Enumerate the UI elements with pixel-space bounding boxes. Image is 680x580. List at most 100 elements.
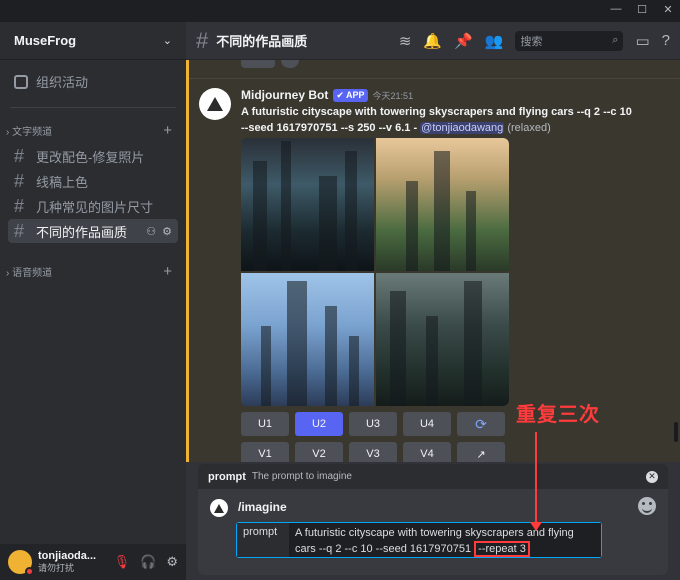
message-header: Midjourney Bot ✔ APP 今天21:51 xyxy=(241,88,413,102)
hashtag-icon: # xyxy=(14,145,25,166)
u1-button[interactable]: U1 xyxy=(241,412,289,436)
u4-button[interactable]: U4 xyxy=(403,412,451,436)
sidebar-item-channel-1[interactable]: # 更改配色-修复照片 xyxy=(8,144,178,168)
message-list: Midjourney Bot ✔ APP 今天21:51 A futuristi… xyxy=(186,60,680,462)
channel-label: 更改配色-修复照片 xyxy=(36,149,145,165)
members-icon[interactable]: 👥 xyxy=(485,32,504,50)
generated-image-2[interactable] xyxy=(376,138,509,271)
v1-button[interactable]: V1 xyxy=(241,442,289,462)
add-channel-icon[interactable]: + xyxy=(163,263,172,280)
hashtag-icon: # xyxy=(14,195,25,216)
channel-label: 几种常见的图片尺寸 xyxy=(36,199,154,215)
calendar-icon xyxy=(14,74,28,89)
avatar[interactable] xyxy=(8,550,34,576)
v2-button[interactable]: V2 xyxy=(295,442,343,462)
image-grid[interactable] xyxy=(241,138,509,406)
generated-image-1[interactable] xyxy=(241,138,374,271)
category-text-label: 文字频道 xyxy=(12,127,53,138)
divider xyxy=(10,107,176,108)
server-header[interactable]: MuseFrog ⌄ xyxy=(0,22,186,60)
window-controls: — ☐ ✕ xyxy=(610,3,674,16)
external-link-icon[interactable]: ↗ xyxy=(457,442,505,462)
option-description: The prompt to imagine xyxy=(251,471,352,482)
previous-message-buttons xyxy=(241,60,299,68)
search-input[interactable]: 搜索 ⌕ xyxy=(515,30,624,51)
channel-label: 不同的作品画质 xyxy=(36,224,128,240)
gear-icon[interactable]: ⚙ xyxy=(166,554,178,570)
dnd-status-icon xyxy=(25,567,34,576)
close-icon[interactable]: ✕ xyxy=(646,470,658,483)
mic-muted-icon[interactable]: 🎙 xyxy=(114,554,131,570)
sidebar-item-channel-3[interactable]: # 几种常见的图片尺寸 xyxy=(8,194,178,218)
inbox-icon[interactable]: ▭ xyxy=(635,32,649,50)
page-title: 不同的作品画质 xyxy=(216,34,308,49)
main-area: # 不同的作品画质 ≋ 🔔 📌 👥 搜索 ⌕ ▭ ? Midjourney Bo… xyxy=(186,22,680,580)
user-controls: 🎙 🎧 ⚙ xyxy=(114,554,178,570)
annotation-label: 重复三次 xyxy=(516,402,600,426)
divider xyxy=(189,78,680,79)
maximize-icon[interactable]: ☐ xyxy=(636,3,648,16)
message-author[interactable]: Midjourney Bot xyxy=(241,88,328,102)
command-option-popup: prompt The prompt to imagine ✕ xyxy=(198,464,668,489)
scrollbar[interactable] xyxy=(674,422,678,442)
events-label: 组织活动 xyxy=(36,75,89,90)
headphones-icon[interactable]: 🎧 xyxy=(140,554,156,570)
u2-button[interactable]: U2 xyxy=(295,412,343,436)
message-composer[interactable]: /imagine prompt A futuristic cityscape w… xyxy=(198,489,668,575)
hashtag-icon: # xyxy=(196,27,209,53)
bell-icon[interactable]: 🔔 xyxy=(423,32,442,50)
annotation-arrow-head xyxy=(530,522,542,531)
category-label: › 文字频道 xyxy=(6,127,53,138)
param-value-text: A futuristic cityscape with towering sky… xyxy=(295,527,574,555)
category-text-channels[interactable]: › 文字频道 + xyxy=(0,112,186,143)
title-bar: — ☐ ✕ xyxy=(0,0,680,22)
sidebar-item-channel-4[interactable]: # 不同的作品画质 ⚇ ⚙ xyxy=(8,219,178,243)
pin-icon[interactable]: 📌 xyxy=(454,32,473,50)
upscale-button-row: U1 U2 U3 U4 ⟳ xyxy=(241,412,505,436)
hashtag-icon: # xyxy=(14,170,25,191)
reroll-icon[interactable]: ⟳ xyxy=(457,412,505,436)
bot-avatar[interactable] xyxy=(199,88,231,120)
help-icon[interactable]: ? xyxy=(662,32,670,49)
emoji-icon[interactable] xyxy=(638,497,656,515)
prompt-parameter-field[interactable]: prompt A futuristic cityscape with tower… xyxy=(236,522,602,558)
search-icon: ⌕ xyxy=(612,34,619,46)
user-info[interactable]: tonjiaoda... 请勿打扰 xyxy=(38,550,96,574)
v4-button[interactable]: V4 xyxy=(403,442,451,462)
annotation-arrow-line xyxy=(535,432,537,524)
user-status: 请勿打扰 xyxy=(38,563,75,573)
variation-button-row: V1 V2 V3 V4 ↗ xyxy=(241,442,505,462)
search-placeholder: 搜索 xyxy=(520,35,543,48)
invite-icon[interactable]: ⚇ xyxy=(146,225,156,238)
u3-button[interactable]: U3 xyxy=(349,412,397,436)
mode-label: (relaxed) xyxy=(507,122,551,134)
previous-button[interactable] xyxy=(241,60,275,68)
option-name[interactable]: prompt xyxy=(208,471,246,483)
channel-actions: ⚇ ⚙ xyxy=(146,225,172,238)
minimize-icon[interactable]: — xyxy=(610,3,622,16)
sidebar-item-channel-2[interactable]: # 线稿上色 xyxy=(8,169,178,193)
message-content: A futuristic cityscape with towering sky… xyxy=(241,104,633,136)
server-name: MuseFrog xyxy=(14,33,77,48)
user-mention[interactable]: @tonjiaodawang xyxy=(420,122,505,134)
events-item[interactable]: 组织活动 xyxy=(0,60,186,103)
sailboat-icon xyxy=(207,97,223,111)
user-panel: tonjiaoda... 请勿打扰 🎙 🎧 ⚙ xyxy=(0,544,186,580)
generated-image-4[interactable] xyxy=(376,273,509,406)
slash-command: /imagine xyxy=(238,500,287,514)
chevron-down-icon: ⌄ xyxy=(162,35,172,47)
param-name: prompt xyxy=(237,523,289,557)
header-toolbar: ≋ 🔔 📌 👥 搜索 ⌕ ▭ ? xyxy=(399,30,670,51)
category-voice-channels[interactable]: › 语音频道 + xyxy=(0,253,186,284)
threads-icon[interactable]: ≋ xyxy=(399,32,412,50)
close-icon[interactable]: ✕ xyxy=(662,3,674,16)
previous-button-round[interactable] xyxy=(281,60,299,68)
generated-image-3[interactable] xyxy=(241,273,374,406)
message-timestamp: 今天21:51 xyxy=(372,90,414,101)
gear-icon[interactable]: ⚙ xyxy=(162,225,172,238)
add-channel-icon[interactable]: + xyxy=(163,122,172,139)
username: tonjiaoda... xyxy=(38,550,97,562)
v3-button[interactable]: V3 xyxy=(349,442,397,462)
param-value[interactable]: A futuristic cityscape with towering sky… xyxy=(289,523,601,557)
sailboat-icon xyxy=(214,503,224,513)
